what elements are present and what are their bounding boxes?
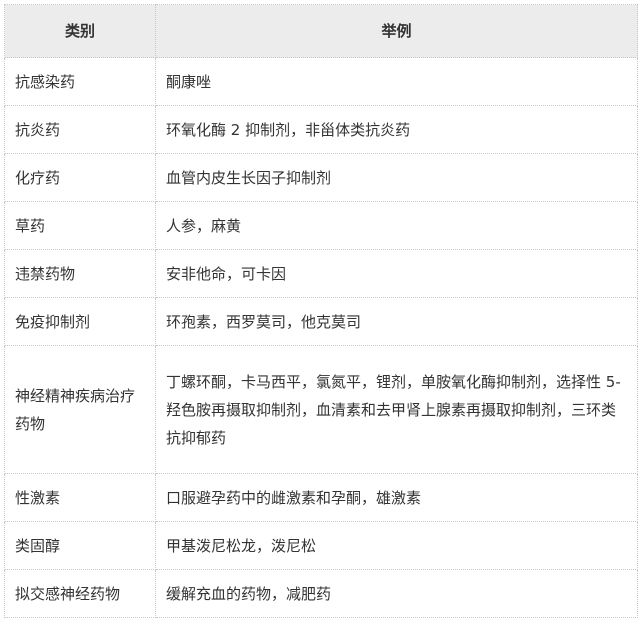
drug-category-table: 类别 举例 抗感染药 酮康唑 抗炎药 环氧化酶 2 抑制剂，非甾体类抗炎药 化疗药 血管内…	[4, 4, 638, 618]
table-row: 化疗药 血管内皮生长因子抑制剂	[4, 153, 638, 202]
table-row: 类固醇 甲基泼尼松龙，泼尼松	[4, 521, 638, 570]
category-cell: 抗炎药	[4, 105, 156, 154]
table-row: 神经精神疾病治疗药物 丁螺环酮，卡马西平，氯氮平，锂剂，单胺氧化酶抑制剂，选择性 …	[4, 345, 638, 474]
example-cell: 环孢素，西罗莫司，他克莫司	[155, 297, 638, 346]
header-category: 类别	[4, 4, 156, 58]
example-cell: 酮康唑	[155, 57, 638, 106]
category-cell: 免疫抑制剂	[4, 297, 156, 346]
table-row: 性激素 口服避孕药中的雌激素和孕酮，雄激素	[4, 473, 638, 522]
example-cell: 口服避孕药中的雌激素和孕酮，雄激素	[155, 473, 638, 522]
example-cell: 环氧化酶 2 抑制剂，非甾体类抗炎药	[155, 105, 638, 154]
category-cell: 违禁药物	[4, 249, 156, 298]
table-row: 违禁药物 安非他命，可卡因	[4, 249, 638, 298]
category-cell: 抗感染药	[4, 57, 156, 106]
example-cell: 缓解充血的药物，减肥药	[155, 569, 638, 618]
category-cell: 化疗药	[4, 153, 156, 202]
header-examples: 举例	[155, 4, 638, 58]
category-cell: 草药	[4, 201, 156, 250]
category-cell: 神经精神疾病治疗药物	[4, 345, 156, 474]
table-row: 拟交感神经药物 缓解充血的药物，减肥药	[4, 569, 638, 618]
table-row: 免疫抑制剂 环孢素，西罗莫司，他克莫司	[4, 297, 638, 346]
example-cell: 血管内皮生长因子抑制剂	[155, 153, 638, 202]
table-row: 抗炎药 环氧化酶 2 抑制剂，非甾体类抗炎药	[4, 105, 638, 154]
category-cell: 性激素	[4, 473, 156, 522]
header-row: 类别 举例	[4, 4, 638, 58]
example-cell: 甲基泼尼松龙，泼尼松	[155, 521, 638, 570]
category-cell: 类固醇	[4, 521, 156, 570]
example-cell: 丁螺环酮，卡马西平，氯氮平，锂剂，单胺氧化酶抑制剂，选择性 5-羟色胺再摄取抑制…	[155, 345, 638, 474]
example-cell: 人参，麻黄	[155, 201, 638, 250]
table-row: 抗感染药 酮康唑	[4, 57, 638, 106]
example-cell: 安非他命，可卡因	[155, 249, 638, 298]
category-cell: 拟交感神经药物	[4, 569, 156, 618]
table-row: 草药 人参，麻黄	[4, 201, 638, 250]
